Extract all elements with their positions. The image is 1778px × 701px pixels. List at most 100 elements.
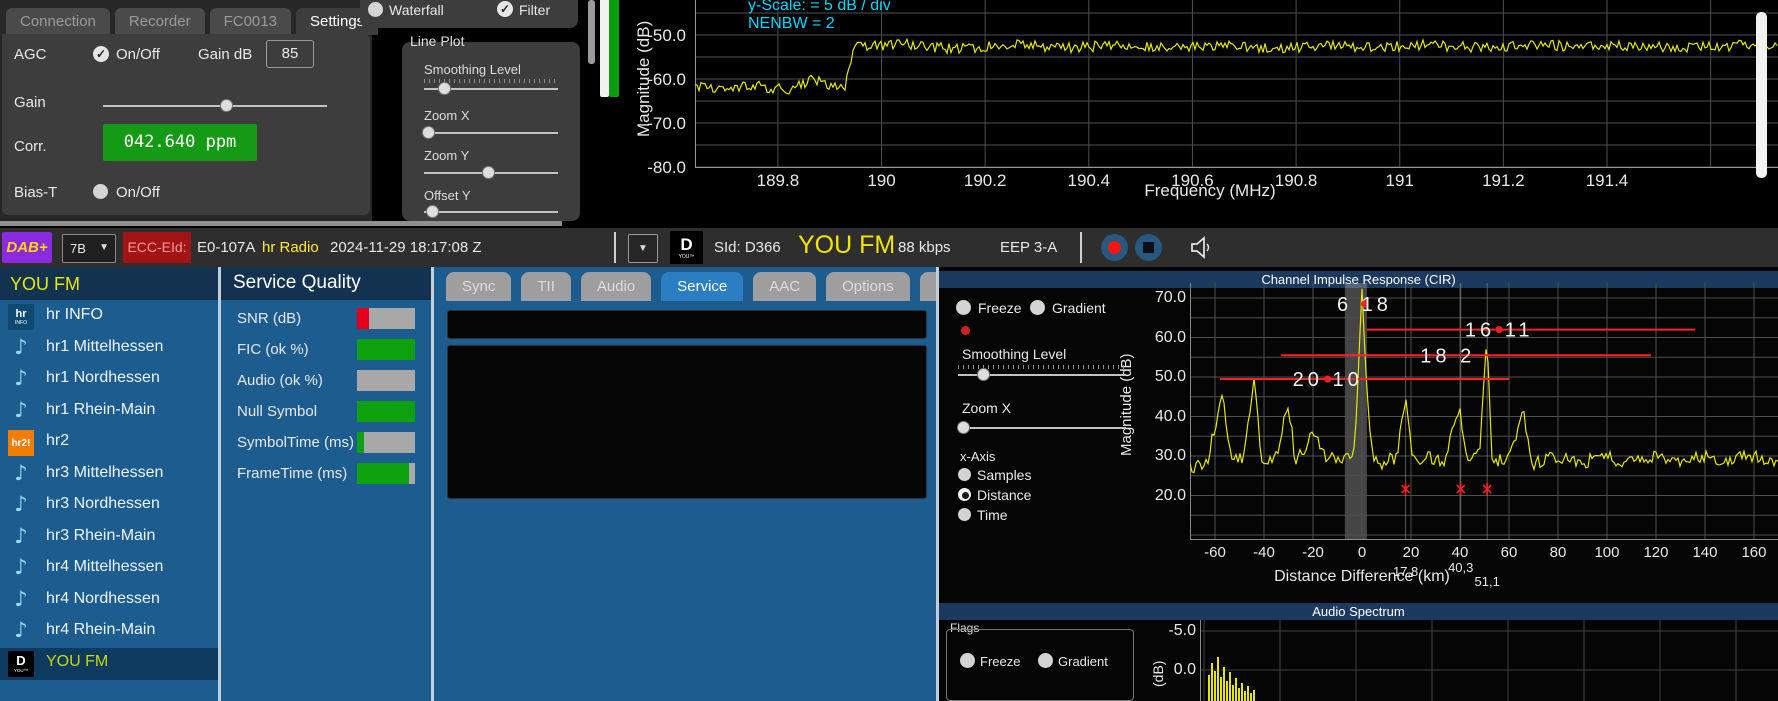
- lineplot-slider-1-track[interactable]: [424, 132, 558, 134]
- lineplot-slider-0-thumb[interactable]: [438, 82, 451, 95]
- cir-zoomx-slider-thumb[interactable]: [957, 421, 970, 434]
- record-button[interactable]: [1101, 234, 1128, 261]
- waterfall-radio[interactable]: [368, 2, 383, 17]
- station-item[interactable]: ♪hr1 Mittelhessen: [0, 333, 218, 365]
- bias-t-radio[interactable]: [93, 184, 108, 199]
- sq-row-bar: 0.26: [357, 432, 415, 453]
- gain-slider-track[interactable]: [103, 105, 327, 107]
- cir-x-tick: -60: [1190, 544, 1240, 561]
- detail-tab-sync[interactable]: Sync: [446, 272, 511, 301]
- corr-value: 042.640 ppm: [103, 124, 257, 161]
- station-item-label: hr3 Mittelhessen: [46, 464, 163, 482]
- spectrum-x-axis-label: Frequency (MHz): [1040, 181, 1380, 201]
- cir-zoomx-slider-track[interactable]: [958, 427, 1126, 429]
- station-item[interactable]: ♪hr4 Nordhessen: [0, 585, 218, 617]
- audio-gradient-radio[interactable]: [1038, 653, 1053, 668]
- service-quality-panel: [221, 267, 431, 701]
- station-item[interactable]: ♪ hr4 Mittelhessen: [0, 553, 218, 585]
- station-item[interactable]: ♪ hr4 Rhein-Main: [0, 616, 218, 648]
- device-tab-fc0013[interactable]: FC0013: [210, 8, 291, 35]
- stop-button[interactable]: [1135, 234, 1162, 261]
- hr-info-logo-top: hr: [16, 309, 27, 320]
- cir-smoothing-label: Smoothing Level: [962, 346, 1066, 362]
- cir-gradient-radio[interactable]: [1030, 300, 1045, 315]
- line-plot-title: Line Plot: [410, 33, 464, 49]
- music-note-icon: ♪: [8, 461, 34, 485]
- filter-checkbox[interactable]: [497, 1, 513, 17]
- sq-row-label: SNR (dB): [237, 310, 301, 327]
- station-item[interactable]: hrINFOhr INFO: [0, 301, 218, 333]
- speaker-icon[interactable]: [1188, 234, 1214, 260]
- station-item-label: hr4 Nordhessen: [46, 590, 160, 608]
- detail-tab-options[interactable]: Options: [826, 272, 910, 301]
- agc-label: AGC: [14, 46, 47, 63]
- chevron-down-icon: ▼: [99, 242, 109, 253]
- device-tab-recorder[interactable]: Recorder: [115, 8, 205, 35]
- music-note-icon: ♪: [8, 555, 34, 579]
- cir-xaxis-radio-samples[interactable]: [958, 468, 971, 481]
- detail-tab-tii[interactable]: TII: [521, 272, 571, 301]
- station-item-label: hr1 Nordhessen: [46, 369, 160, 387]
- lineplot-slider-3-thumb[interactable]: [426, 205, 439, 218]
- cir-echo-distance-label: 51,1: [1467, 574, 1507, 589]
- sq-row-label: Audio (ok %): [237, 372, 323, 389]
- cir-x-tick: 120: [1631, 544, 1681, 561]
- device-tab-connection[interactable]: Connection: [6, 8, 110, 35]
- station-item[interactable]: ♪hr3 Nordhessen: [0, 490, 218, 522]
- station-item[interactable]: ♪ hr1 Nordhessen: [0, 364, 218, 396]
- sq-row-label: FrameTime (ms): [237, 465, 347, 482]
- music-note-icon: ♪: [8, 398, 34, 422]
- spectrum-scrollbar[interactable]: [1756, 12, 1767, 178]
- filter-label: Filter: [519, 2, 550, 18]
- cir-indicator-dot: [961, 326, 970, 335]
- detail-tab-service[interactable]: Service: [661, 272, 743, 301]
- detail-tab-aac[interactable]: AAC: [753, 272, 816, 301]
- station-item[interactable]: hr2!hr2: [0, 427, 218, 459]
- service-dropdown-button[interactable]: ▼: [628, 234, 658, 263]
- station-item-label: hr4 Mittelhessen: [46, 558, 163, 576]
- spectrum-x-tick: 191.4: [1572, 171, 1642, 191]
- gain-db-input[interactable]: 85: [266, 40, 314, 68]
- music-note-icon: ♪: [8, 618, 34, 642]
- cir-x-tick: 20: [1386, 544, 1436, 561]
- cir-gradient-label: Gradient: [1052, 300, 1106, 316]
- lineplot-slider-1-thumb[interactable]: [422, 126, 435, 139]
- cir-x-tick: 140: [1680, 544, 1730, 561]
- cir-freeze-radio[interactable]: [956, 300, 971, 315]
- lineplot-slider-label-2: Zoom Y: [424, 148, 469, 163]
- ensemble-name: hr Radio: [262, 239, 319, 256]
- channel-select[interactable]: 7B ▼: [62, 234, 116, 263]
- lineplot-slider-label-0: Smoothing Level: [424, 62, 521, 77]
- vertical-scrollbar[interactable]: [588, 0, 595, 64]
- cir-y-tick: 50.0: [1134, 368, 1186, 386]
- cir-xaxis-radio-distance[interactable]: [958, 488, 971, 501]
- cir-xaxis-option-label: Time: [977, 507, 1008, 523]
- cir-xaxis-radio-time[interactable]: [958, 508, 971, 521]
- station-item[interactable]: DYOU™YOU FM: [0, 648, 218, 680]
- audio-spectrum-chart[interactable]: [1200, 620, 1778, 701]
- lineplot-slider-label-3: Offset Y: [424, 188, 471, 203]
- sq-bar-segment-green: [357, 401, 415, 422]
- station-item[interactable]: ♪hr3 Rhein-Main: [0, 522, 218, 554]
- station-item-label: hr4 Rhein-Main: [46, 621, 155, 639]
- record-icon: [1108, 241, 1121, 254]
- status-separator-2: [1080, 232, 1082, 263]
- youfm-list-logo-glyph: D: [16, 654, 25, 668]
- cir-y-tick: 60.0: [1134, 329, 1186, 347]
- hr2-logo-text: hr2!: [12, 438, 31, 449]
- station-item[interactable]: ♪ hr3 Mittelhessen: [0, 459, 218, 491]
- cir-x-tick: 160: [1729, 544, 1778, 561]
- spectrum-y-tick: -70.0: [628, 114, 686, 134]
- music-note-icon: ♪: [8, 335, 34, 359]
- audio-freeze-radio[interactable]: [960, 653, 975, 668]
- ecc-eid-label: ECC-EId:: [123, 232, 191, 263]
- lineplot-slider-3-track[interactable]: [424, 211, 558, 213]
- cir-chart[interactable]: 6 1816 1118 220 10: [1190, 283, 1778, 540]
- sq-bar-segment-silver: [409, 463, 415, 484]
- music-note-icon: ♪: [8, 366, 34, 390]
- music-note-icon: ♪: [8, 524, 34, 548]
- agc-checkbox[interactable]: [93, 46, 109, 62]
- station-item[interactable]: ♪hr1 Rhein-Main: [0, 396, 218, 428]
- detail-tab-audio[interactable]: Audio: [581, 272, 651, 301]
- rf-spectrum-chart[interactable]: [695, 0, 1778, 170]
